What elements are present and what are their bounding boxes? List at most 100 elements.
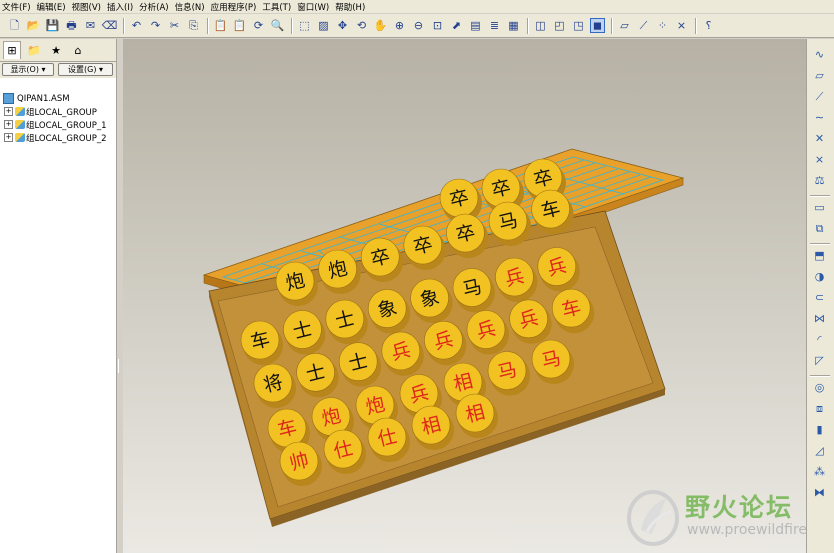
round-icon[interactable]: ◜ bbox=[812, 332, 827, 347]
wireframe-icon[interactable]: ◫ bbox=[533, 18, 548, 33]
menu-item[interactable]: 分析(A) bbox=[139, 1, 174, 13]
menu-item[interactable]: 插入(I) bbox=[107, 1, 139, 13]
group-icon bbox=[15, 107, 25, 116]
hole-icon[interactable]: ◎ bbox=[812, 380, 827, 395]
datum-axis-icon[interactable]: ⟋ bbox=[636, 18, 651, 33]
connections-tab[interactable]: ⌂ bbox=[69, 41, 87, 59]
curve-icon[interactable]: ∼ bbox=[812, 110, 827, 125]
toolbar-separator bbox=[810, 375, 830, 377]
watermark: 野火论坛 www.proewildfire.cn bbox=[623, 484, 806, 550]
open-icon[interactable]: 📂 bbox=[26, 18, 41, 33]
menu-item[interactable]: 帮助(H) bbox=[335, 1, 371, 13]
mirror-icon[interactable]: ⧓ bbox=[812, 485, 827, 500]
plane-icon[interactable]: ▱ bbox=[812, 68, 827, 83]
cut-icon[interactable]: ✂ bbox=[167, 18, 182, 33]
menu-item[interactable]: 工具(T) bbox=[262, 1, 297, 13]
redo-icon[interactable]: ↷ bbox=[148, 18, 163, 33]
favorites-tab[interactable]: ★ bbox=[47, 41, 65, 59]
paste-icon[interactable]: 📋 bbox=[213, 18, 228, 33]
shell-icon[interactable]: ⧈ bbox=[812, 401, 827, 416]
saved-views-icon[interactable]: ▤ bbox=[468, 18, 483, 33]
note-icon[interactable]: ▭ bbox=[812, 200, 827, 215]
tree-item-label: 组LOCAL_GROUP bbox=[26, 107, 97, 118]
watermark-logo-icon bbox=[627, 490, 679, 546]
erase-icon[interactable]: ⌫ bbox=[102, 18, 118, 33]
no-hidden-icon[interactable]: ◳ bbox=[571, 18, 586, 33]
pattern-icon[interactable]: ⁂ bbox=[812, 464, 827, 479]
copy-feature-icon[interactable]: ⧉ bbox=[812, 221, 827, 236]
pan-icon[interactable]: ✋ bbox=[373, 18, 388, 33]
view-orient-icon[interactable]: ⬈ bbox=[449, 18, 464, 33]
menu-item[interactable]: 文件(F) bbox=[2, 1, 37, 13]
draft-icon[interactable]: ◿ bbox=[812, 443, 827, 458]
zoom-out-icon[interactable]: ⊖ bbox=[411, 18, 426, 33]
model-tree: QIPAN1.ASM + 组LOCAL_GROUP + 组LOCAL_GROUP… bbox=[0, 78, 116, 144]
new-icon[interactable]: 🗋 bbox=[7, 18, 22, 33]
tree-root-label: QIPAN1.ASM bbox=[17, 93, 70, 104]
model-tree-tab[interactable]: ⊞ bbox=[3, 41, 21, 59]
chamfer-icon[interactable]: ◸ bbox=[812, 353, 827, 368]
zoom-in-icon[interactable]: ⊕ bbox=[392, 18, 407, 33]
axis-icon[interactable]: ⟋ bbox=[812, 89, 827, 104]
folder-browser-tab[interactable]: 📁 bbox=[25, 41, 43, 59]
toolbar-separator bbox=[527, 18, 529, 34]
toolbar-separator bbox=[810, 195, 830, 197]
menu-bar: 文件(F) 编辑(E) 视图(V) 插入(I) 分析(A) 信息(N) 应用程序(P) 工具(… bbox=[0, 0, 834, 13]
toolbar-separator bbox=[810, 243, 830, 245]
layers-icon[interactable]: ≣ bbox=[487, 18, 502, 33]
extrude-icon[interactable]: ⬒ bbox=[812, 248, 827, 263]
menu-item[interactable]: 视图(V) bbox=[72, 1, 107, 13]
expand-icon[interactable]: + bbox=[4, 107, 13, 116]
graphics-window[interactable]: 卒卒卒炮炮卒卒卒马车车士士象象马兵兵将士士兵兵兵兵车车炮炮兵相马马帅仕仕相相 野… bbox=[123, 39, 806, 553]
settings-menu-button[interactable]: 设置(G) ▾ bbox=[58, 63, 113, 76]
sweep-icon[interactable]: ⊂ bbox=[812, 290, 827, 305]
analysis-icon[interactable]: ⚖ bbox=[812, 173, 827, 188]
view-manager-icon[interactable]: ▦ bbox=[506, 18, 521, 33]
show-menu-button[interactable]: 显示(O) ▾ bbox=[2, 63, 54, 76]
tree-item-group[interactable]: + 组LOCAL_GROUP bbox=[0, 105, 116, 118]
select-box-icon[interactable]: ⬚ bbox=[297, 18, 312, 33]
revolve-icon[interactable]: ◑ bbox=[812, 269, 827, 284]
refit-icon[interactable]: ⊡ bbox=[430, 18, 445, 33]
tree-item-group[interactable]: + 组LOCAL_GROUP_1 bbox=[0, 118, 116, 131]
point-icon[interactable]: ✕ bbox=[812, 131, 827, 146]
copy-icon[interactable]: ⎘ bbox=[186, 18, 201, 33]
shading-icon[interactable]: ◼ bbox=[590, 18, 605, 33]
menu-item[interactable]: 窗口(W) bbox=[297, 1, 335, 13]
csys-icon[interactable]: ⨯ bbox=[812, 152, 827, 167]
menu-item[interactable]: 信息(N) bbox=[175, 1, 211, 13]
assembly-icon bbox=[3, 93, 14, 104]
save-icon[interactable]: 💾 bbox=[45, 18, 60, 33]
group-icon bbox=[15, 133, 25, 142]
expand-icon[interactable]: + bbox=[4, 133, 13, 142]
menu-item[interactable]: 编辑(E) bbox=[37, 1, 72, 13]
tree-item-label: 组LOCAL_GROUP_1 bbox=[26, 120, 107, 131]
tree-root[interactable]: QIPAN1.ASM bbox=[0, 92, 116, 105]
coord-sys-icon[interactable]: ⨯ bbox=[674, 18, 689, 33]
toolbar-separator bbox=[695, 18, 697, 34]
sketch-icon[interactable]: ∿ bbox=[812, 47, 827, 62]
datum-plane-icon[interactable]: ▱ bbox=[617, 18, 632, 33]
orient-icon[interactable]: ⟲ bbox=[354, 18, 369, 33]
menu-item[interactable]: 应用程序(P) bbox=[211, 1, 263, 13]
panel-buttons: 显示(O) ▾ 设置(G) ▾ bbox=[0, 62, 116, 78]
hidden-line-icon[interactable]: ◰ bbox=[552, 18, 567, 33]
spin-center-icon[interactable]: ✥ bbox=[335, 18, 350, 33]
expand-icon[interactable]: + bbox=[4, 120, 13, 129]
blend-icon[interactable]: ⋈ bbox=[812, 311, 827, 326]
undo-icon[interactable]: ↶ bbox=[129, 18, 144, 33]
tree-item-group[interactable]: + 组LOCAL_GROUP_2 bbox=[0, 131, 116, 144]
context-help-icon[interactable]: ⸮ bbox=[701, 18, 716, 33]
rib-icon[interactable]: ▮ bbox=[812, 422, 827, 437]
regenerate-icon[interactable]: ⟳ bbox=[251, 18, 266, 33]
toolbar-separator bbox=[123, 18, 125, 34]
group-icon bbox=[15, 120, 25, 129]
model-view: 卒卒卒炮炮卒卒卒马车车士士象象马兵兵将士士兵兵兵兵车车炮炮兵相马马帅仕仕相相 bbox=[202, 148, 685, 527]
find-icon[interactable]: 🔍 bbox=[270, 18, 285, 33]
main-toolbar: 🗋 📂 💾 🖶 ✉ ⌫ ↶ ↷ ✂ ⎘ 📋 📋 ⟳ 🔍 ⬚ ▨ ✥ ⟲ ✋ ⊕ ⊖ ⊡ ⬈ ▤ ≣ ▦ ◫ ◰ ◳ ◼ ▱ ⟋ ⁘ ⨯ ⸮ bbox=[0, 14, 834, 38]
datum-point-icon[interactable]: ⁘ bbox=[655, 18, 670, 33]
repaint-icon[interactable]: ▨ bbox=[316, 18, 331, 33]
print-icon[interactable]: 🖶 bbox=[64, 18, 79, 33]
paste-special-icon[interactable]: 📋 bbox=[232, 18, 247, 33]
send-icon[interactable]: ✉ bbox=[83, 18, 98, 33]
